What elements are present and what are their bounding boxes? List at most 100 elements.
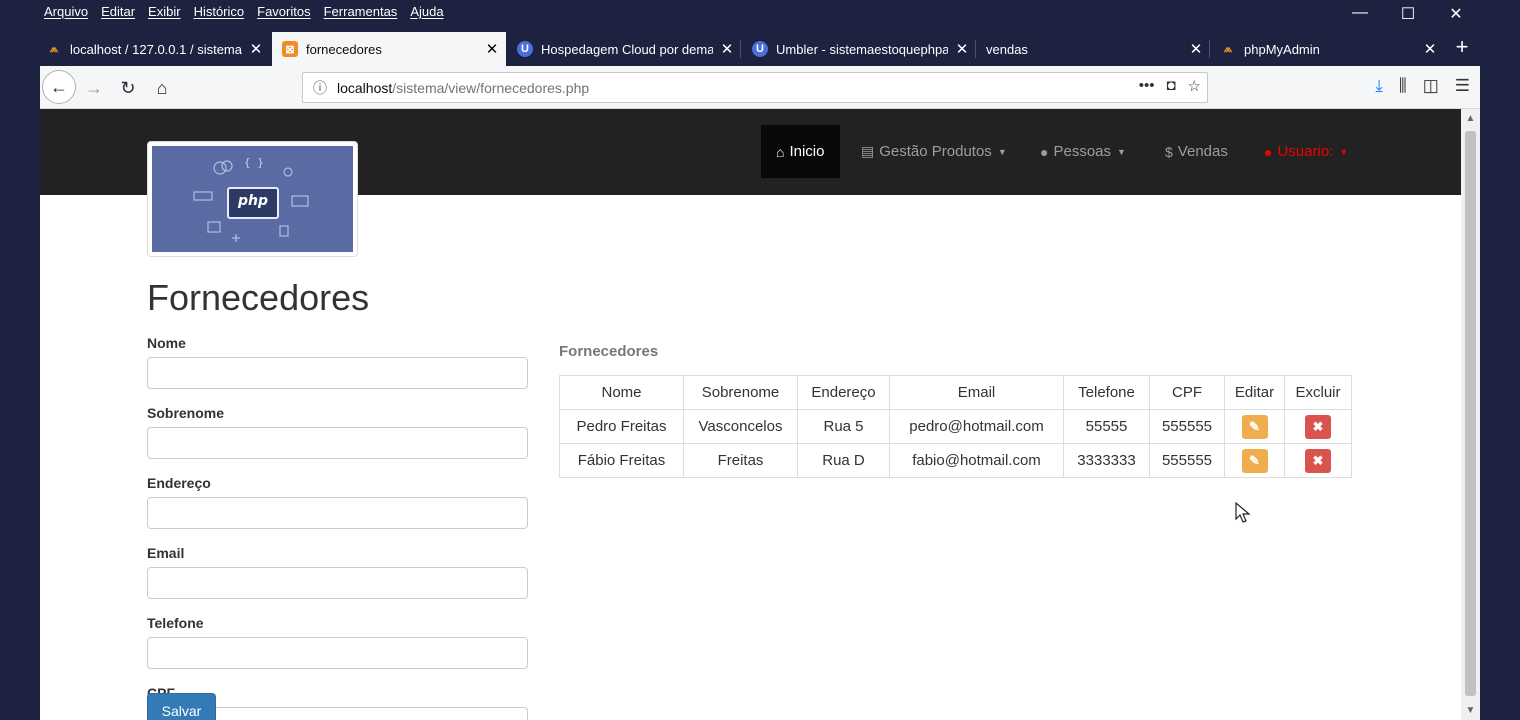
php-illustration: { } php [152, 146, 353, 252]
home-icon[interactable]: ⌂ [146, 72, 178, 104]
nav-vendas-label: Vendas [1177, 143, 1228, 160]
url-bar[interactable]: ⓘ localhost/sistema/view/fornecedores.ph… [302, 72, 1208, 103]
tab-fornecedores[interactable]: ⊠ fornecedores ✕ [272, 32, 506, 66]
user-icon: ● [1264, 143, 1273, 160]
col-endereco: Endereço [797, 375, 890, 410]
col-telefone: Telefone [1063, 375, 1150, 410]
menu-ajuda[interactable]: Ajuda [410, 4, 443, 19]
cell-excluir: ✖ [1284, 409, 1352, 444]
nav-usuario-label: Usuario: [1277, 143, 1334, 160]
cell-nome: Fábio Freitas [559, 443, 684, 478]
page-actions-icon[interactable]: ••• [1139, 77, 1155, 95]
page-viewport: ⌂ Inicio ▤ Gestão Produtos ▼ ● Pessoas ▼… [40, 109, 1461, 720]
nav-inicio-label: Inicio [789, 143, 825, 160]
library-icon[interactable]: ⫼ [1399, 76, 1407, 96]
close-tab-icon[interactable]: ✕ [948, 40, 976, 58]
table-row: Fábio Freitas Freitas Rua D fabio@hotmai… [559, 443, 1352, 478]
tab-title: vendas [986, 41, 1028, 57]
cell-cpf: 555555 [1149, 443, 1225, 478]
nav-vendas[interactable]: $ Vendas [1150, 125, 1243, 178]
nav-pessoas[interactable]: ● Pessoas ▼ [1025, 125, 1141, 178]
mouse-cursor-icon [1235, 502, 1251, 523]
downloads-icon[interactable]: ⤓ [1375, 76, 1383, 96]
close-tab-icon[interactable]: ✕ [478, 40, 506, 58]
tab-phpmyadmin-localhost[interactable]: ⩕ localhost / 127.0.0.1 / sistema ✕ [36, 32, 270, 66]
site-info-icon[interactable]: ⓘ [303, 78, 337, 98]
menu-exibir[interactable]: Exibir [148, 4, 181, 19]
tab-title: fornecedores [306, 41, 382, 57]
back-icon[interactable]: ← [42, 70, 76, 104]
reload-icon[interactable]: ↻ [112, 72, 144, 104]
logo-text: php [238, 193, 269, 209]
menu-arquivo[interactable]: Arquivo [44, 4, 88, 19]
nav-gestao-label: Gestão Produtos [879, 143, 992, 160]
save-button[interactable]: Salvar [147, 693, 216, 720]
col-editar: Editar [1224, 375, 1285, 410]
menu-historico[interactable]: Histórico [194, 4, 245, 19]
endereco-input[interactable] [147, 497, 528, 529]
col-nome: Nome [559, 375, 684, 410]
table-caption: Fornecedores [559, 343, 659, 360]
close-tab-icon[interactable]: ✕ [242, 40, 270, 58]
tab-phpmyadmin[interactable]: ⩕ phpMyAdmin ✕ [1210, 32, 1444, 66]
col-cpf: CPF [1149, 375, 1225, 410]
table-row: Pedro Freitas Vasconcelos Rua 5 pedro@ho… [559, 409, 1352, 444]
nome-label: Nome [147, 335, 186, 351]
email-label: Email [147, 545, 185, 561]
sobrenome-input[interactable] [147, 427, 528, 459]
close-window-icon[interactable]: ✕ [1432, 4, 1480, 24]
tab-umbler[interactable]: U Umbler - sistemaestoquephpa ✕ [742, 32, 976, 66]
email-input[interactable] [147, 567, 528, 599]
nav-usuario[interactable]: ● Usuario: ▼ [1249, 125, 1363, 178]
caret-down-icon: ▼ [1339, 146, 1349, 157]
nav-inicio[interactable]: ⌂ Inicio [761, 125, 840, 178]
close-tab-icon[interactable]: ✕ [713, 40, 741, 58]
minimize-icon[interactable]: — [1336, 4, 1384, 24]
page-scrollbar[interactable]: ▲ ▼ [1461, 109, 1480, 720]
edit-pencil-icon[interactable]: ✎ [1241, 448, 1268, 473]
hamburger-menu-icon[interactable]: ☰ [1455, 76, 1470, 96]
cell-sobrenome: Freitas [683, 443, 798, 478]
forward-icon[interactable]: → [78, 72, 110, 104]
nome-input[interactable] [147, 357, 528, 389]
sidebar-icon[interactable]: ◫ [1423, 76, 1439, 96]
col-sobrenome: Sobrenome [683, 375, 798, 410]
scroll-down-icon[interactable]: ▼ [1461, 705, 1480, 716]
umbler-icon: U [752, 41, 768, 57]
phpmyadmin-icon: ⩕ [1223, 42, 1233, 55]
delete-x-icon[interactable]: ✖ [1305, 448, 1331, 473]
delete-x-icon[interactable]: ✖ [1305, 414, 1331, 439]
url-path: /sistema/view/fornecedores.php [392, 79, 590, 96]
edit-pencil-icon[interactable]: ✎ [1241, 414, 1268, 439]
tab-title: phpMyAdmin [1244, 41, 1320, 57]
tab-hospedagem[interactable]: U Hospedagem Cloud por dema ✕ [507, 32, 741, 66]
tab-title: Hospedagem Cloud por dema [541, 41, 713, 57]
new-tab-icon[interactable]: + [1450, 34, 1474, 60]
dollar-icon: $ [1165, 143, 1173, 160]
menu-items: Arquivo Editar Exibir Histórico Favorito… [44, 4, 444, 19]
maximize-icon[interactable]: ☐ [1384, 4, 1432, 24]
scroll-up-icon[interactable]: ▲ [1461, 113, 1480, 124]
menu-ferramentas[interactable]: Ferramentas [324, 4, 398, 19]
telefone-input[interactable] [147, 637, 528, 669]
tab-vendas[interactable]: vendas ✕ [976, 32, 1210, 66]
close-tab-icon[interactable]: ✕ [1182, 40, 1210, 58]
cell-email: pedro@hotmail.com [889, 409, 1064, 444]
toolbar-right: ⤓ ⫼ ◫ ☰ [1375, 76, 1470, 96]
menu-editar[interactable]: Editar [101, 4, 135, 19]
menu-favoritos[interactable]: Favoritos [257, 4, 310, 19]
close-tab-icon[interactable]: ✕ [1416, 40, 1444, 58]
cell-editar: ✎ [1224, 443, 1285, 478]
nav-gestao-produtos[interactable]: ▤ Gestão Produtos ▼ [846, 125, 1022, 178]
pocket-icon[interactable]: ◘ [1166, 77, 1175, 95]
cell-telefone: 55555 [1063, 409, 1150, 444]
page-title: Fornecedores [147, 277, 370, 318]
supplier-form: Nome Sobrenome Endereço Email Telefone C… [147, 333, 528, 720]
cell-sobrenome: Vasconcelos [683, 409, 798, 444]
scrollbar-thumb[interactable] [1465, 131, 1476, 696]
suppliers-table: Nome Sobrenome Endereço Email Telefone C… [559, 375, 1352, 478]
page-icon: ⊠ [282, 41, 298, 57]
window-edge [1480, 0, 1520, 720]
phpmyadmin-icon: ⩕ [49, 42, 59, 55]
bookmark-star-icon[interactable]: ☆ [1188, 77, 1201, 95]
